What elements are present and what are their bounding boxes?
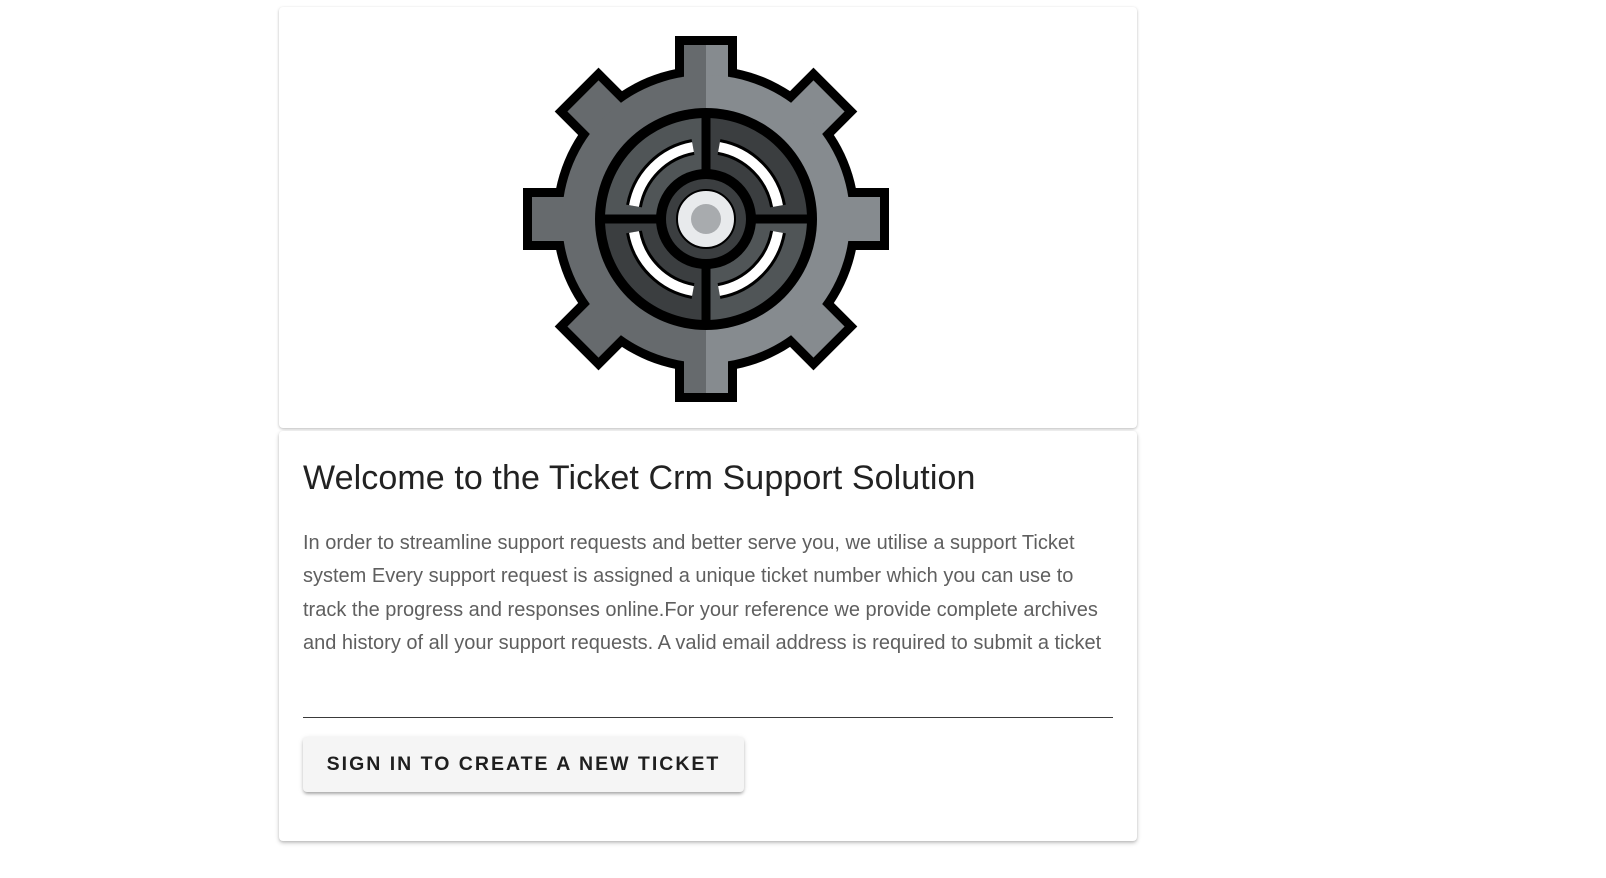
sign-in-create-ticket-button[interactable]: SIGN IN TO CREATE A NEW TICKET: [303, 737, 744, 792]
welcome-card: Welcome to the Ticket Crm Support Soluti…: [279, 431, 1137, 841]
hero-card: [279, 7, 1137, 428]
gear-icon: [515, 31, 897, 413]
welcome-description: In order to streamline support requests …: [303, 532, 1102, 655]
divider: [303, 717, 1113, 718]
page: Welcome to the Ticket Crm Support Soluti…: [0, 0, 1606, 878]
page-title: Welcome to the Ticket Crm Support Soluti…: [303, 459, 976, 497]
